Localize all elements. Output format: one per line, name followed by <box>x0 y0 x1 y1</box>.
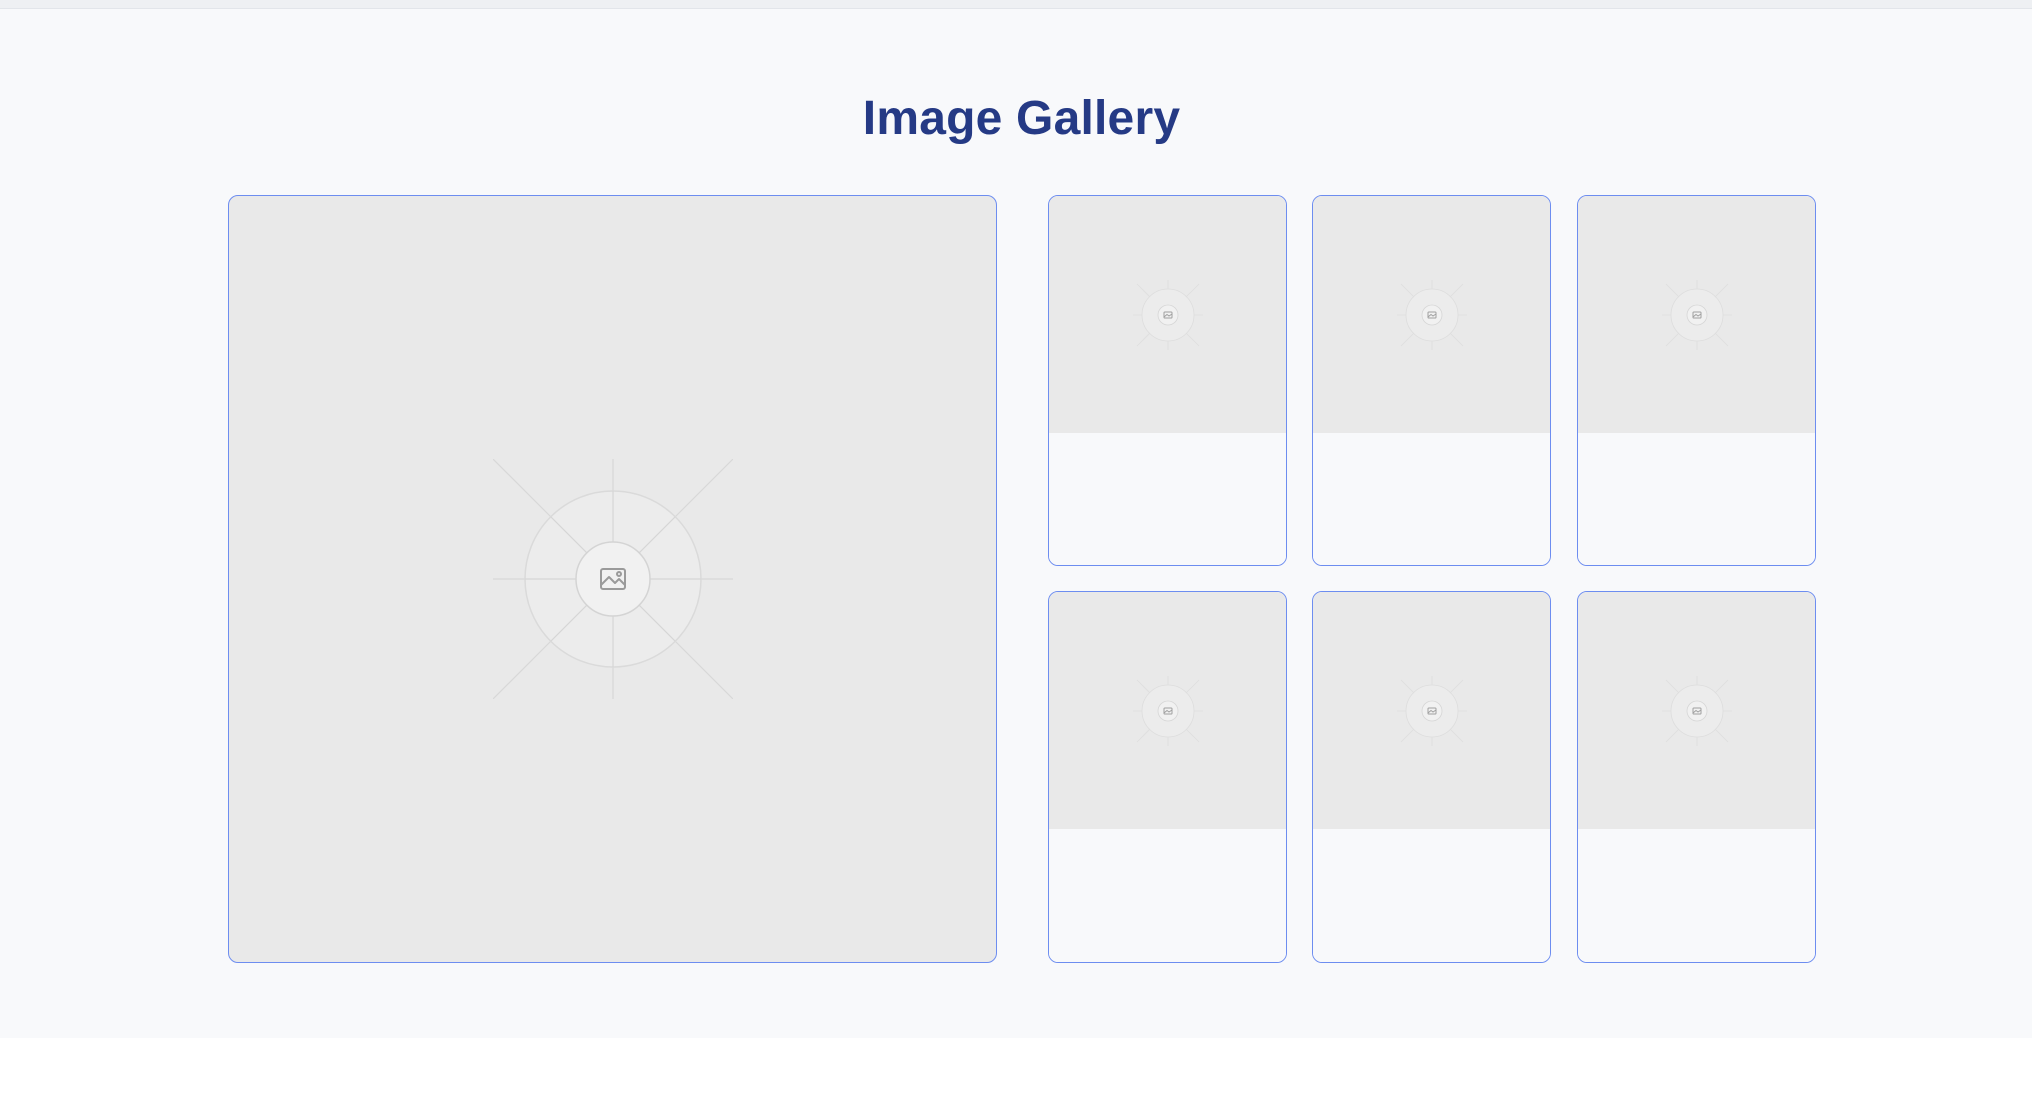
page-title: Image Gallery <box>862 92 1181 145</box>
image-placeholder-icon <box>1396 675 1467 746</box>
image-placeholder-icon <box>1132 279 1203 350</box>
gallery-section: Image Gallery <box>0 9 2032 1038</box>
thumbnail-image <box>1578 592 1815 829</box>
gallery-thumbnail-card[interactable] <box>1312 591 1551 963</box>
image-placeholder-icon <box>1396 279 1467 350</box>
top-bar <box>0 0 2032 9</box>
image-placeholder-icon <box>1661 279 1732 350</box>
thumbnail-caption-area <box>1578 433 1815 565</box>
image-placeholder-icon <box>1132 675 1203 746</box>
thumbnail-caption-area <box>1049 433 1286 565</box>
thumbnail-caption-area <box>1049 829 1286 962</box>
thumbnail-caption-area <box>1578 829 1815 962</box>
thumbnail-caption-area <box>1313 829 1550 962</box>
gallery-thumbnail-card[interactable] <box>1048 195 1287 566</box>
thumbnail-image <box>1049 592 1286 829</box>
gallery-thumbnail-card[interactable] <box>1577 591 1816 963</box>
gallery-thumbnail-card[interactable] <box>1048 591 1287 963</box>
thumbnail-image <box>1049 196 1286 433</box>
featured-image-card[interactable] <box>228 195 997 963</box>
image-placeholder-icon <box>492 459 733 699</box>
thumbnail-image <box>1578 196 1815 433</box>
thumbnail-image <box>1313 196 1550 433</box>
thumbnail-caption-area <box>1313 433 1550 565</box>
gallery-thumbnail-card[interactable] <box>1577 195 1816 566</box>
thumbnail-image <box>1313 592 1550 829</box>
image-placeholder-icon <box>1661 675 1732 746</box>
gallery-thumbnail-card[interactable] <box>1312 195 1551 566</box>
